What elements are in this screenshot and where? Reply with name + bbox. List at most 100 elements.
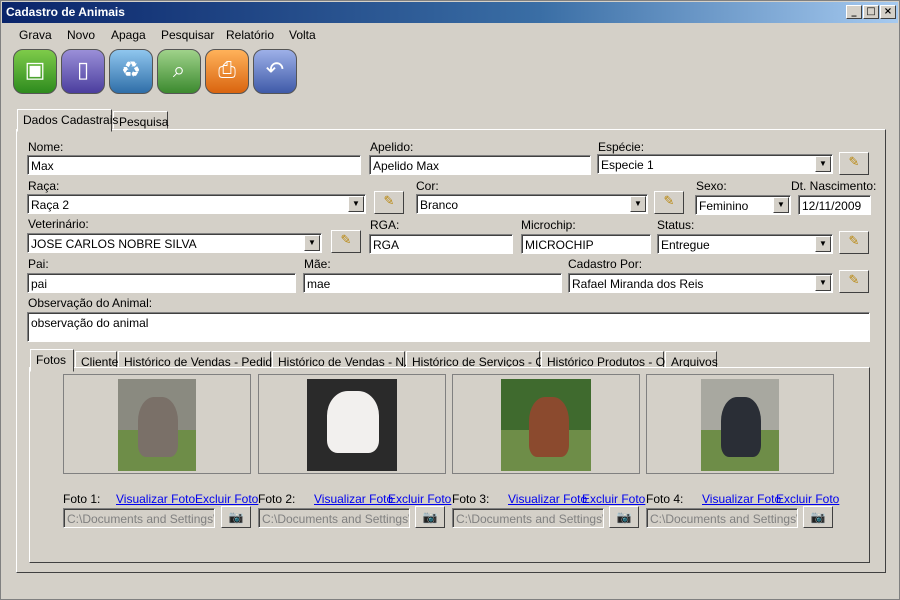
edit-cadastro-por-button[interactable]: ✎ xyxy=(839,270,869,293)
photo-frame-3[interactable] xyxy=(452,374,640,474)
title-bar: Cadastro de Animais _ □ × xyxy=(2,2,898,23)
mae-label: Mãe: xyxy=(304,257,331,271)
chevron-down-icon[interactable]: ▼ xyxy=(815,156,831,172)
raca-label: Raça: xyxy=(28,179,60,193)
cor-value: Branco xyxy=(420,198,459,212)
photo-frame-4[interactable] xyxy=(646,374,834,474)
tab-arquivos[interactable]: Arquivos xyxy=(665,351,718,369)
back-arrow-icon[interactable]: ↶ xyxy=(253,49,297,94)
minimize-button[interactable]: _ xyxy=(846,5,862,19)
apelido-label: Apelido: xyxy=(370,140,414,154)
menu-volta[interactable]: Volta xyxy=(289,28,316,42)
delete-photo-1-link[interactable]: Excluir Foto xyxy=(195,492,258,506)
tab-dados-cadastrais[interactable]: Dados Cadastrais xyxy=(17,109,118,132)
delete-photo-3-link[interactable]: Excluir Foto xyxy=(582,492,645,506)
status-select[interactable]: Entregue ▼ xyxy=(657,234,833,254)
menu-bar: Grava Novo Apaga Pesquisar Relatório Vol… xyxy=(2,24,898,44)
photo-1-path: C:\Documents and Settings\U xyxy=(63,508,215,528)
camera-icon[interactable]: 📷 xyxy=(221,506,251,528)
tab-cliente[interactable]: Cliente xyxy=(75,351,118,369)
microchip-field[interactable]: MICROCHIP xyxy=(521,234,651,254)
tab-historico-produtos[interactable]: Histórico Produtos - O.S xyxy=(541,351,676,369)
mae-field[interactable]: mae xyxy=(303,273,562,293)
sexo-select[interactable]: Feminino ▼ xyxy=(695,195,791,215)
observacao-label: Observação do Animal: xyxy=(28,296,153,310)
cadastro-por-label: Cadastro Por: xyxy=(568,257,643,271)
tab-pesquisa[interactable]: Pesquisa xyxy=(113,111,168,129)
nome-field[interactable]: Max xyxy=(27,155,361,175)
save-icon[interactable]: ▣ xyxy=(13,49,57,94)
menu-apaga[interactable]: Apaga xyxy=(111,28,146,42)
chevron-down-icon[interactable]: ▼ xyxy=(304,235,320,251)
tab-historico-servicos[interactable]: Histórico de Serviços - OS xyxy=(406,351,553,369)
camera-icon[interactable]: 📷 xyxy=(803,506,833,528)
chevron-down-icon[interactable]: ▼ xyxy=(815,236,831,252)
cadastro-por-value: Rafael Miranda dos Reis xyxy=(572,277,704,291)
tab-historico-vendas-pedidos[interactable]: Histórico de Vendas - Pedidos xyxy=(118,351,285,369)
delete-photo-2-link[interactable]: Excluir Foto xyxy=(388,492,451,506)
view-photo-1-link[interactable]: Visualizar Foto xyxy=(116,492,195,506)
nascimento-field[interactable]: 12/11/2009 xyxy=(798,195,871,215)
apelido-field[interactable]: Apelido Max xyxy=(369,155,591,175)
view-photo-2-link[interactable]: Visualizar Foto xyxy=(314,492,393,506)
pai-label: Pai: xyxy=(28,257,49,271)
status-label: Status: xyxy=(657,218,695,232)
menu-novo[interactable]: Novo xyxy=(67,28,95,42)
dog-photo-4 xyxy=(701,379,779,471)
sexo-value: Feminino xyxy=(699,199,749,213)
menu-pesquisar[interactable]: Pesquisar xyxy=(161,28,214,42)
cor-label: Cor: xyxy=(416,179,439,193)
new-document-icon[interactable]: ▯ xyxy=(61,49,105,94)
cor-select[interactable]: Branco ▼ xyxy=(416,194,648,214)
rga-label: RGA: xyxy=(370,218,400,232)
photo-4-path: C:\Documents and Settings\U xyxy=(646,508,798,528)
printer-icon[interactable]: ⎙ xyxy=(205,49,249,94)
dog-photo-2 xyxy=(307,379,397,471)
camera-icon[interactable]: 📷 xyxy=(609,506,639,528)
nascimento-label: Dt. Nascimento: xyxy=(791,179,877,193)
window-title: Cadastro de Animais xyxy=(6,5,125,19)
photo-2-path: C:\Documents and Settings\U xyxy=(258,508,410,528)
tab-historico-vendas-nf[interactable]: Histórico de Vendas - N.F xyxy=(272,351,415,369)
tab-fotos[interactable]: Fotos xyxy=(30,349,74,372)
view-photo-4-link[interactable]: Visualizar Foto xyxy=(702,492,781,506)
chevron-down-icon[interactable]: ▼ xyxy=(815,275,831,291)
close-button[interactable]: × xyxy=(880,5,896,19)
photo-3-path: C:\Documents and Settings\U xyxy=(452,508,604,528)
menu-grava[interactable]: Grava xyxy=(19,28,52,42)
photo-frame-2[interactable] xyxy=(258,374,446,474)
edit-status-button[interactable]: ✎ xyxy=(839,231,869,254)
dog-photo-1 xyxy=(118,379,196,471)
maximize-button[interactable]: □ xyxy=(863,5,879,19)
especie-select[interactable]: Especie 1 ▼ xyxy=(597,154,833,174)
edit-veterinario-button[interactable]: ✎ xyxy=(331,230,361,253)
main-window: Cadastro de Animais _ □ × Grava Novo Apa… xyxy=(0,0,900,600)
raca-value: Raça 2 xyxy=(31,198,70,212)
veterinario-select[interactable]: JOSE CARLOS NOBRE SILVA ▼ xyxy=(27,233,322,253)
camera-icon[interactable]: 📷 xyxy=(415,506,445,528)
especie-label: Espécie: xyxy=(598,140,645,154)
raca-select[interactable]: Raça 2 ▼ xyxy=(27,194,366,214)
edit-cor-button[interactable]: ✎ xyxy=(654,191,684,214)
edit-raca-button[interactable]: ✎ xyxy=(374,191,404,214)
sexo-label: Sexo: xyxy=(696,179,727,193)
search-icon[interactable]: ⌕ xyxy=(157,49,201,94)
rga-field[interactable]: RGA xyxy=(369,234,513,254)
menu-relatorio[interactable]: Relatório xyxy=(226,28,274,42)
observacao-field[interactable]: observação do animal xyxy=(27,312,870,342)
veterinario-value: JOSE CARLOS NOBRE SILVA xyxy=(31,237,197,251)
microchip-label: Microchip: xyxy=(521,218,576,232)
photo-frame-1[interactable] xyxy=(63,374,251,474)
edit-especie-button[interactable]: ✎ xyxy=(839,152,869,175)
chevron-down-icon[interactable]: ▼ xyxy=(773,197,789,213)
foto-1-label: Foto 1: xyxy=(63,492,101,506)
delete-photo-4-link[interactable]: Excluir Foto xyxy=(776,492,839,506)
cadastro-por-select[interactable]: Rafael Miranda dos Reis ▼ xyxy=(568,273,833,293)
view-photo-3-link[interactable]: Visualizar Foto xyxy=(508,492,587,506)
foto-2-label: Foto 2: xyxy=(258,492,296,506)
chevron-down-icon[interactable]: ▼ xyxy=(348,196,364,212)
chevron-down-icon[interactable]: ▼ xyxy=(630,196,646,212)
recycle-bin-icon[interactable]: ♻ xyxy=(109,49,153,94)
foto-4-label: Foto 4: xyxy=(646,492,684,506)
pai-field[interactable]: pai xyxy=(27,273,296,293)
